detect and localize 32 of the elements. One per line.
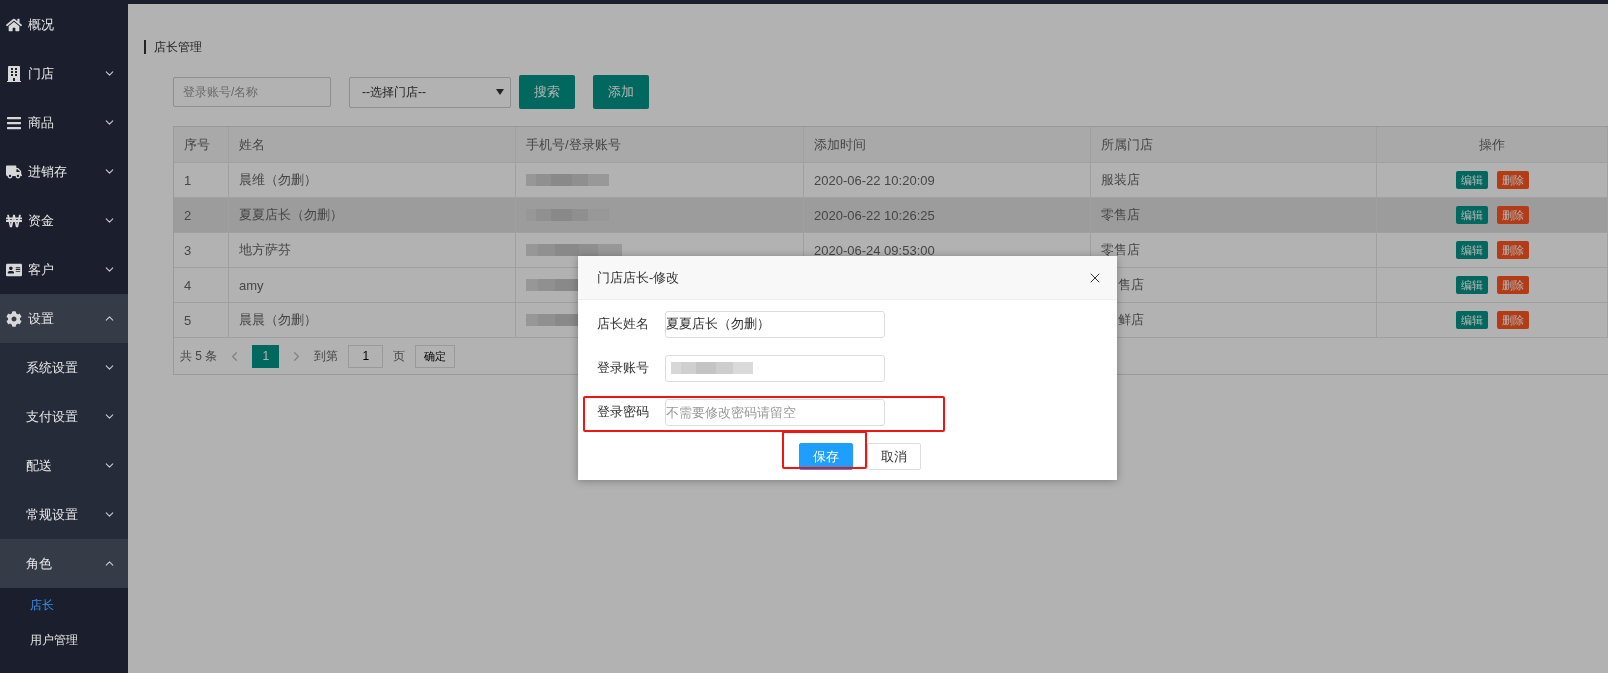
- field-label: 登录账号: [597, 359, 650, 377]
- table-cell: 服装店: [1101, 171, 1140, 189]
- field-label: 店长姓名: [597, 315, 650, 333]
- table-cell: 5: [184, 312, 192, 328]
- table-cell: 2020-06-24 09:53:00: [814, 242, 935, 258]
- column-header: 序号: [184, 135, 210, 154]
- table-cell: 晨维（勿删）: [239, 171, 317, 189]
- column-header: 姓名: [239, 135, 265, 154]
- table-cell: 售店: [1118, 276, 1144, 294]
- table-cell: 3: [184, 242, 192, 258]
- table-cell: 4: [184, 277, 192, 293]
- column-header: 手机号/登录账号: [526, 135, 621, 154]
- page-unit: 页: [393, 347, 406, 365]
- goto-label: 到第: [314, 347, 339, 365]
- table-cell: 鲜店: [1118, 311, 1144, 329]
- table-cell: amy: [239, 277, 264, 293]
- table-cell: 零售店: [1101, 206, 1140, 224]
- page-title: 店长管理: [144, 40, 1608, 54]
- column-header: 添加时间: [814, 135, 866, 154]
- table-cell: 零售店: [1101, 241, 1140, 259]
- table-cell: 夏夏店长（勿删）: [239, 206, 343, 224]
- table-cell: 2: [184, 207, 192, 223]
- table-cell: 地方萨芬: [239, 241, 291, 259]
- table-cell: 1: [184, 172, 192, 188]
- total-count: 共 5 条: [180, 347, 218, 365]
- table-cell: 晨晨（勿删）: [239, 311, 317, 329]
- table-cell: 2020-06-22 10:20:09: [814, 172, 935, 188]
- table-cell: 2020-06-22 10:26:25: [814, 207, 935, 223]
- field-label: 登录密码: [597, 403, 650, 421]
- column-header: 所属门店: [1101, 135, 1153, 154]
- dialog-title: 门店店长-修改: [597, 268, 680, 287]
- column-header: 操作: [1479, 135, 1505, 154]
